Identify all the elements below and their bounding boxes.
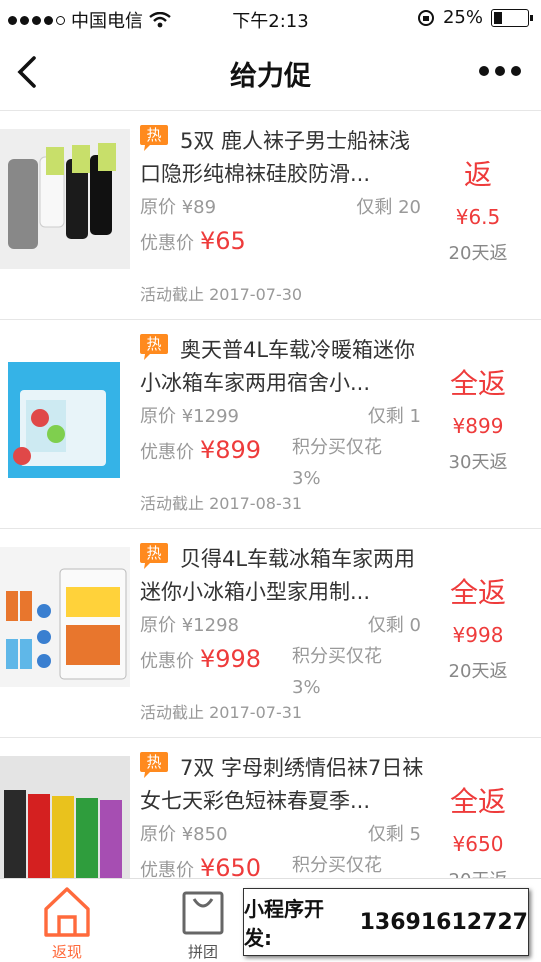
rebate-type: 全返 — [449, 367, 506, 400]
product-name[interactable]: 贝得4L车载冰箱车家两用迷你小冰箱小型家用制... — [140, 543, 430, 609]
tab-group-buy[interactable]: 拼团 — [148, 879, 258, 961]
product-image[interactable] — [0, 129, 130, 269]
stock-left: 仅剩 0 — [367, 615, 421, 636]
battery-icon — [491, 8, 533, 27]
product-image[interactable] — [0, 547, 130, 687]
rebate-type: 返 — [463, 158, 492, 191]
bag-icon — [182, 891, 224, 935]
page-title: 给力促 — [230, 61, 311, 92]
discount-price: 优惠价 ¥998 — [140, 645, 262, 673]
status-bar: 中国电信 下午2:13 25% — [0, 0, 541, 36]
product-name[interactable]: 5双 鹿人袜子男士船袜浅口隐形纯棉袜硅胶防滑... — [140, 125, 430, 191]
tab-label: 拼团 — [187, 943, 218, 961]
rebate-type: 全返 — [449, 576, 506, 609]
rebate-amount: ¥998 — [452, 623, 504, 647]
list-item[interactable]: 热 奥天普4L车载冷暖箱迷你小冰箱车家两用宿舍小... 原价 ¥1299 仅剩 … — [0, 320, 541, 529]
rebate-box: 全返 ¥650 20天返 — [433, 780, 523, 892]
rebate-box: 返 ¥6.5 20天返 — [433, 153, 523, 265]
stock-left: 仅剩 5 — [367, 824, 421, 845]
home-icon — [44, 887, 90, 937]
rebate-days: 20天返 — [448, 243, 508, 264]
rebate-amount: ¥650 — [452, 832, 504, 856]
original-price: 原价 ¥1299 — [140, 406, 239, 427]
product-image[interactable] — [0, 338, 130, 478]
product-name[interactable]: 奥天普4L车载冷暖箱迷你小冰箱车家两用宿舍小... — [140, 334, 430, 400]
rebate-amount: ¥899 — [452, 414, 504, 438]
advert-label: 小程序开发: — [244, 897, 324, 950]
original-price: 原价 ¥89 — [140, 197, 217, 218]
tab-label: 返现 — [51, 943, 82, 961]
discount-price: 优惠价 ¥899 — [140, 436, 262, 464]
stock-left: 仅剩 20 — [356, 197, 421, 218]
original-price: 原价 ¥1298 — [140, 615, 239, 636]
nav-bar: 给力促 — [0, 36, 541, 111]
discount-price: 优惠价 ¥65 — [140, 227, 246, 255]
deadline: 活动截止 2017-08-31 — [140, 494, 303, 513]
deadline: 活动截止 2017-07-30 — [140, 285, 303, 304]
advert-banner[interactable]: 小程序开发: 13691612727 — [243, 888, 529, 956]
points-purchase: 积分买仅花3% — [292, 646, 382, 698]
advert-phone: 13691612727 — [359, 909, 528, 935]
product-name[interactable]: 7双 字母刺绣情侣袜7日袜女七天彩色短袜春夏季... — [140, 752, 430, 818]
battery-percent: 25% — [442, 7, 483, 28]
tab-rebate[interactable]: 返现 — [12, 879, 122, 961]
more-menu-icon[interactable] — [479, 66, 521, 76]
rebate-amount: ¥6.5 — [455, 205, 501, 229]
rebate-days: 20天返 — [448, 661, 508, 682]
list-item[interactable]: 热 贝得4L车载冰箱车家两用迷你小冰箱小型家用制... 原价 ¥1298 仅剩 … — [0, 529, 541, 738]
list-item[interactable]: 热 5双 鹿人袜子男士船袜浅口隐形纯棉袜硅胶防滑... 原价 ¥89 仅剩 20… — [0, 111, 541, 320]
deadline: 活动截止 2017-07-31 — [140, 703, 303, 722]
rebate-days: 30天返 — [448, 452, 508, 473]
rebate-box: 全返 ¥899 30天返 — [433, 362, 523, 474]
orientation-lock-icon — [417, 9, 434, 26]
product-image[interactable] — [0, 756, 130, 896]
points-purchase: 积分买仅花3% — [292, 437, 382, 489]
stock-left: 仅剩 1 — [367, 406, 421, 427]
product-list: 热 5双 鹿人袜子男士船袜浅口隐形纯棉袜硅胶防滑... 原价 ¥89 仅剩 20… — [0, 111, 541, 947]
rebate-type: 全返 — [449, 785, 506, 818]
rebate-box: 全返 ¥998 20天返 — [433, 571, 523, 683]
original-price: 原价 ¥850 — [140, 824, 228, 845]
